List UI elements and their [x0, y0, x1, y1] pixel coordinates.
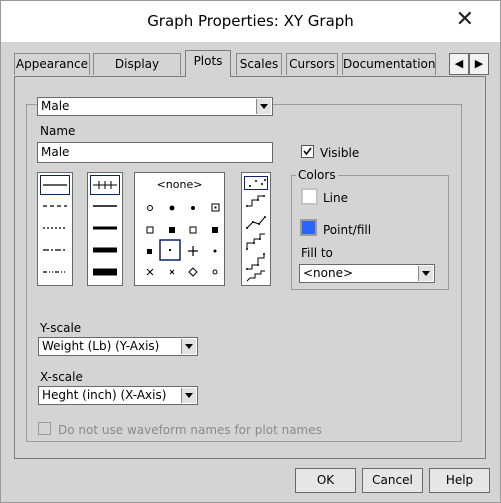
name-field[interactable]: Male: [37, 142, 273, 163]
y-scale-label: Y-scale: [40, 321, 82, 335]
ok-button[interactable]: OK: [295, 468, 356, 493]
tab-appearance[interactable]: Appearance: [14, 53, 90, 75]
fill-to-value: <none>: [303, 266, 354, 280]
fill-to-select[interactable]: <none>: [299, 264, 435, 283]
title-bar: Graph Properties: XY Graph ✕: [1, 1, 500, 42]
waveform-names-label: Do not use waveform names for plot names: [58, 423, 322, 437]
name-label: Name: [40, 124, 76, 138]
line-style-icons: [43, 184, 67, 273]
y-scale-value: Weight (Lb) (Y-Axis): [42, 339, 160, 353]
tab-cursors[interactable]: Cursors: [286, 53, 338, 75]
chevron-down-icon[interactable]: [418, 266, 433, 281]
waveform-names-checkbox[interactable]: [38, 422, 51, 435]
close-icon[interactable]: ✕: [456, 7, 474, 33]
fill-to-label: Fill to: [301, 246, 333, 260]
point-color-swatch[interactable]: [300, 219, 317, 236]
chevron-down-icon[interactable]: [181, 388, 196, 403]
y-scale-select[interactable]: Weight (Lb) (Y-Axis): [38, 337, 198, 356]
colors-title: Colors: [296, 168, 338, 182]
help-button[interactable]: Help: [429, 468, 490, 493]
plot-selector-value: Male: [41, 99, 70, 113]
plot-selector[interactable]: Male: [37, 97, 273, 116]
line-style-picker[interactable]: [37, 172, 73, 286]
chevron-down-icon[interactable]: [256, 99, 271, 114]
line-color-swatch[interactable]: [301, 188, 318, 205]
checkmark-icon: [303, 147, 312, 156]
tab-documentation[interactable]: Documentation: [342, 53, 436, 75]
tab-next-icon[interactable]: ▶: [469, 53, 489, 75]
line-color-label: Line: [323, 191, 349, 205]
chevron-down-icon[interactable]: [181, 339, 196, 354]
interpolation-picker[interactable]: [241, 172, 271, 286]
tab-plots[interactable]: Plots: [185, 50, 231, 77]
line-width-icons: [93, 181, 117, 276]
interpolation-icons: [246, 179, 266, 282]
tab-display-format[interactable]: Display Format: [93, 53, 181, 92]
visible-checkbox[interactable]: [301, 145, 314, 158]
x-scale-value: Heght (inch) (X-Axis): [42, 388, 167, 402]
point-color-label: Point/fill: [323, 223, 372, 237]
x-scale-select[interactable]: Heght (inch) (X-Axis): [38, 386, 198, 405]
visible-label: Visible: [320, 146, 360, 160]
cancel-button[interactable]: Cancel: [362, 468, 423, 493]
x-scale-label: X-scale: [40, 370, 83, 384]
point-style-picker[interactable]: <none>: [134, 172, 225, 286]
line-width-picker[interactable]: [87, 172, 123, 286]
tab-scales[interactable]: Scales: [236, 53, 282, 75]
point-style-icons: [146, 203, 220, 277]
tab-prev-icon[interactable]: ◀: [449, 53, 469, 75]
window-title: Graph Properties: XY Graph: [147, 12, 354, 30]
